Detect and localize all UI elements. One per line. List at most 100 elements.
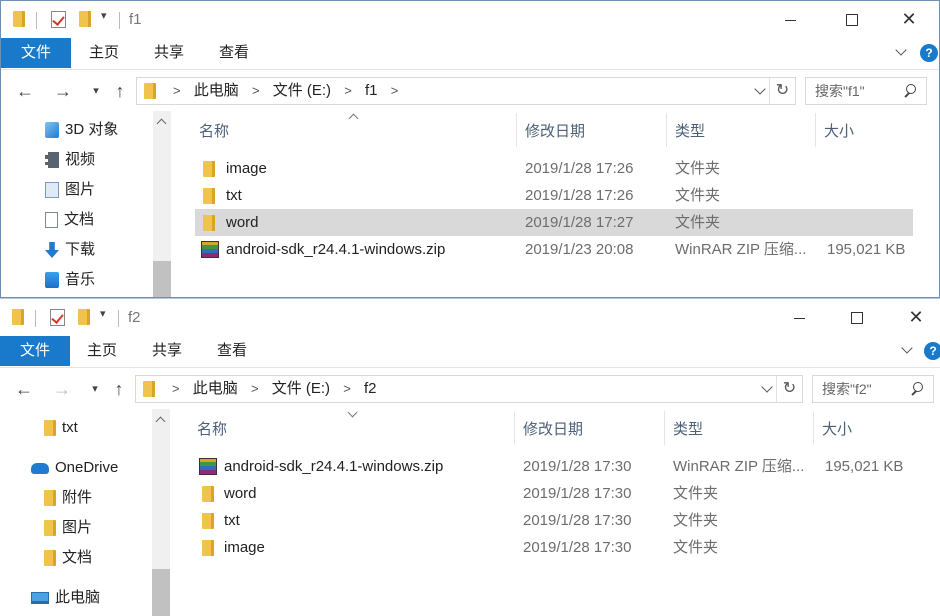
nav-item-pictures[interactable]: 图片	[44, 515, 92, 541]
file-row-txt[interactable]: txt 2019/1/28 17:30 文件夹	[194, 507, 912, 534]
breadcrumb-current-folder[interactable]: f2	[364, 380, 377, 397]
breadcrumb-current-folder[interactable]: f1	[365, 82, 378, 99]
column-header-name[interactable]: 名称	[199, 119, 229, 145]
folder-icon	[44, 520, 56, 537]
nav-item-downloads[interactable]: 下载	[45, 237, 95, 263]
nav-item-documents[interactable]: 文档	[44, 545, 92, 571]
tab-home[interactable]: 主页	[81, 336, 123, 366]
address-dropdown-icon[interactable]	[758, 376, 778, 402]
column-separator[interactable]	[813, 411, 814, 445]
file-row-android-sdk-zip[interactable]: android-sdk_r24.4.1-windows.zip 2019/1/2…	[195, 236, 913, 263]
column-header-type[interactable]: 类型	[675, 119, 705, 145]
file-name: image	[224, 539, 265, 556]
column-separator[interactable]	[815, 113, 816, 147]
navigation-bar: ← → ▾ ↑ > 此电脑 > 文件 (E:) > f2 ↻ 搜索"f2"	[0, 369, 940, 409]
minimize-button[interactable]	[776, 299, 822, 336]
file-row-word[interactable]: word 2019/1/28 17:27 文件夹	[195, 209, 913, 236]
column-header-size[interactable]: 大小	[824, 119, 854, 145]
nav-item-txt[interactable]: txt	[44, 415, 78, 441]
maximize-button[interactable]	[829, 1, 875, 38]
address-dropdown-icon[interactable]	[751, 78, 771, 104]
tab-file[interactable]: 文件	[1, 38, 71, 68]
up-arrow-icon[interactable]: ↑	[109, 80, 131, 102]
tab-home[interactable]: 主页	[83, 38, 125, 68]
recent-locations-icon[interactable]: ▾	[84, 378, 106, 400]
recent-locations-icon[interactable]: ▾	[85, 80, 107, 102]
up-arrow-icon[interactable]: ↑	[108, 378, 130, 400]
nav-item-onedrive[interactable]: OneDrive	[31, 455, 118, 481]
title-separator	[35, 310, 36, 327]
file-row-word[interactable]: word 2019/1/28 17:30 文件夹	[194, 480, 912, 507]
scrollbar-thumb[interactable]	[153, 261, 171, 297]
maximize-button[interactable]	[834, 299, 880, 336]
column-separator[interactable]	[516, 113, 517, 147]
help-icon[interactable]: ?	[920, 44, 938, 62]
breadcrumb-this-pc[interactable]: 此电脑	[193, 380, 238, 397]
forward-arrow-icon[interactable]: →	[52, 80, 74, 102]
file-type: WinRAR ZIP 压缩...	[673, 458, 805, 475]
file-name: android-sdk_r24.4.1-windows.zip	[226, 241, 446, 258]
ribbon-expand-icon[interactable]	[900, 343, 916, 359]
tab-file[interactable]: 文件	[0, 336, 70, 366]
breadcrumb-drive-e[interactable]: 文件 (E:)	[273, 82, 331, 99]
column-header-modified[interactable]: 修改日期	[523, 417, 583, 443]
column-header-size[interactable]: 大小	[822, 417, 852, 443]
new-folder-icon[interactable]	[78, 309, 90, 325]
nav-scrollbar[interactable]	[152, 409, 170, 616]
file-modified: 2019/1/23 20:08	[525, 241, 634, 258]
new-folder-icon[interactable]	[79, 11, 91, 27]
tab-view[interactable]: 查看	[213, 38, 255, 68]
close-button[interactable]: ✕	[886, 1, 932, 38]
folder-icon	[202, 486, 214, 502]
zip-archive-icon	[201, 241, 219, 258]
tab-share[interactable]: 共享	[146, 336, 188, 366]
column-header-name[interactable]: 名称	[197, 417, 227, 443]
scroll-up-icon[interactable]	[153, 113, 171, 129]
file-row-image[interactable]: image 2019/1/28 17:30 文件夹	[194, 534, 912, 561]
file-row-txt[interactable]: txt 2019/1/28 17:26 文件夹	[195, 182, 913, 209]
nav-item-label: 图片	[65, 181, 96, 198]
breadcrumb-this-pc[interactable]: 此电脑	[194, 82, 239, 99]
this-pc-icon	[31, 592, 49, 605]
column-header-modified[interactable]: 修改日期	[525, 119, 585, 145]
search-input[interactable]: 搜索"f2"	[812, 375, 934, 403]
file-type: 文件夹	[675, 160, 721, 177]
nav-scrollbar[interactable]	[153, 111, 171, 297]
tab-view[interactable]: 查看	[211, 336, 253, 366]
file-row-image[interactable]: image 2019/1/28 17:26 文件夹	[195, 155, 913, 182]
ribbon-expand-icon[interactable]	[894, 45, 910, 61]
scrollbar-thumb[interactable]	[152, 569, 170, 616]
scroll-up-icon[interactable]	[152, 411, 170, 427]
explorer-window-f1: ▾ f1 ✕ 文件 主页 共享 查看 ? ← → ▾ ↑ > 此电脑 > 文件 …	[0, 0, 940, 298]
nav-item-label: 此电脑	[55, 589, 101, 606]
nav-item-music[interactable]: 音乐	[45, 267, 95, 293]
file-row-android-sdk-zip[interactable]: android-sdk_r24.4.1-windows.zip 2019/1/2…	[194, 453, 912, 480]
refresh-icon[interactable]: ↻	[776, 376, 802, 402]
close-button[interactable]: ✕	[893, 299, 939, 336]
column-separator[interactable]	[664, 411, 665, 445]
column-separator[interactable]	[666, 113, 667, 147]
nav-item-pictures[interactable]: 图片	[45, 177, 95, 203]
back-arrow-icon[interactable]: ←	[14, 80, 36, 102]
nav-item-videos[interactable]: 视频	[45, 147, 95, 173]
nav-item-this-pc[interactable]: 此电脑	[31, 585, 100, 611]
address-bar[interactable]: > 此电脑 > 文件 (E:) > f1 > ↻	[136, 77, 796, 105]
address-bar[interactable]: > 此电脑 > 文件 (E:) > f2 ↻	[135, 375, 803, 403]
forward-arrow-icon[interactable]: →	[51, 378, 73, 400]
quick-access-dropdown-icon[interactable]: ▾	[101, 9, 107, 22]
column-separator[interactable]	[514, 411, 515, 445]
search-input[interactable]: 搜索"f1"	[805, 77, 927, 105]
tab-share[interactable]: 共享	[148, 38, 190, 68]
properties-check-icon[interactable]	[50, 309, 65, 326]
back-arrow-icon[interactable]: ←	[13, 378, 35, 400]
nav-item-documents[interactable]: 文档	[45, 207, 94, 233]
column-header-type[interactable]: 类型	[673, 417, 703, 443]
help-icon[interactable]: ?	[924, 342, 940, 360]
nav-item-3d-objects[interactable]: 3D 对象	[45, 117, 118, 143]
nav-item-attachments[interactable]: 附件	[44, 485, 92, 511]
breadcrumb-drive-e[interactable]: 文件 (E:)	[272, 380, 330, 397]
refresh-icon[interactable]: ↻	[769, 78, 795, 104]
minimize-button[interactable]	[767, 1, 813, 38]
quick-access-dropdown-icon[interactable]: ▾	[100, 307, 106, 320]
properties-check-icon[interactable]	[51, 11, 66, 28]
